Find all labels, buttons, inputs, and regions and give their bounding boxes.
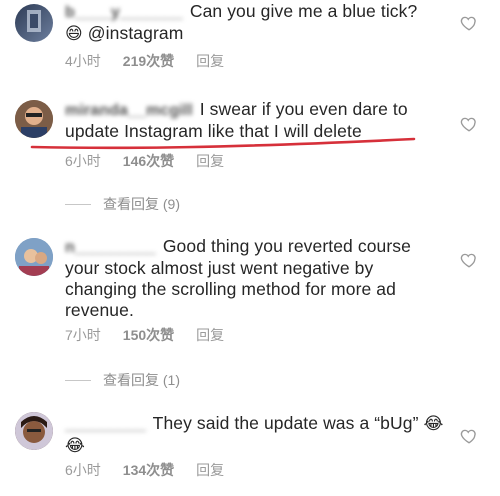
- red-underline-annotation: [30, 137, 416, 150]
- comment-username[interactable]: b____y_______: [65, 2, 183, 23]
- comment-likes[interactable]: 146次赞: [123, 151, 174, 171]
- avatar[interactable]: [15, 100, 53, 138]
- comment-meta: 6小时 134次赞 回复: [65, 460, 224, 480]
- comment-likes[interactable]: 150次赞: [123, 325, 174, 345]
- comment-meta: 7小时 150次赞 回复: [65, 325, 224, 345]
- avatar[interactable]: [15, 412, 53, 450]
- divider: [65, 203, 91, 205]
- comment-body: Can you give me a blue tick?: [189, 1, 418, 21]
- comment-likes[interactable]: 219次赞: [123, 51, 174, 71]
- avatar[interactable]: [15, 238, 53, 276]
- comment-time: 7小时: [65, 327, 101, 343]
- view-replies-button[interactable]: 查看回复 (1): [65, 370, 180, 390]
- reply-button[interactable]: 回复: [196, 325, 224, 345]
- heart-icon[interactable]: [460, 115, 478, 133]
- comment-body: They said the update was a “bUg”: [152, 413, 419, 433]
- view-replies-label: 查看回复 (9): [103, 196, 180, 212]
- smile-emoji-icon: 😄: [65, 24, 83, 43]
- reply-button[interactable]: 回复: [196, 460, 224, 480]
- comment-time: 6小时: [65, 153, 101, 169]
- comment-meta: 4小时 219次赞 回复: [65, 51, 224, 71]
- view-replies-label: 查看回复 (1): [103, 372, 180, 388]
- heart-icon[interactable]: [460, 427, 478, 445]
- comment-username[interactable]: n_________: [65, 237, 156, 258]
- reply-button[interactable]: 回复: [196, 51, 224, 71]
- comment-username[interactable]: _________: [65, 414, 146, 435]
- comment-text: n_________ Good thing you reverted cours…: [65, 236, 425, 321]
- comment-time: 4小时: [65, 53, 101, 69]
- heart-icon[interactable]: [460, 251, 478, 269]
- comment-time: 6小时: [65, 462, 101, 478]
- comment-username[interactable]: miranda__mcgill: [65, 100, 193, 121]
- avatar[interactable]: [15, 4, 53, 42]
- heart-icon[interactable]: [460, 14, 478, 32]
- comment-text: b____y_______ Can you give me a blue tic…: [65, 1, 445, 44]
- comment-text: _________ They said the update was a “bU…: [65, 413, 445, 456]
- view-replies-button[interactable]: 查看回复 (9): [65, 194, 180, 214]
- mention-link[interactable]: @instagram: [88, 23, 184, 43]
- comment-likes[interactable]: 134次赞: [123, 460, 174, 480]
- divider: [65, 379, 91, 381]
- reply-button[interactable]: 回复: [196, 151, 224, 171]
- comment-meta: 6小时 146次赞 回复: [65, 151, 224, 171]
